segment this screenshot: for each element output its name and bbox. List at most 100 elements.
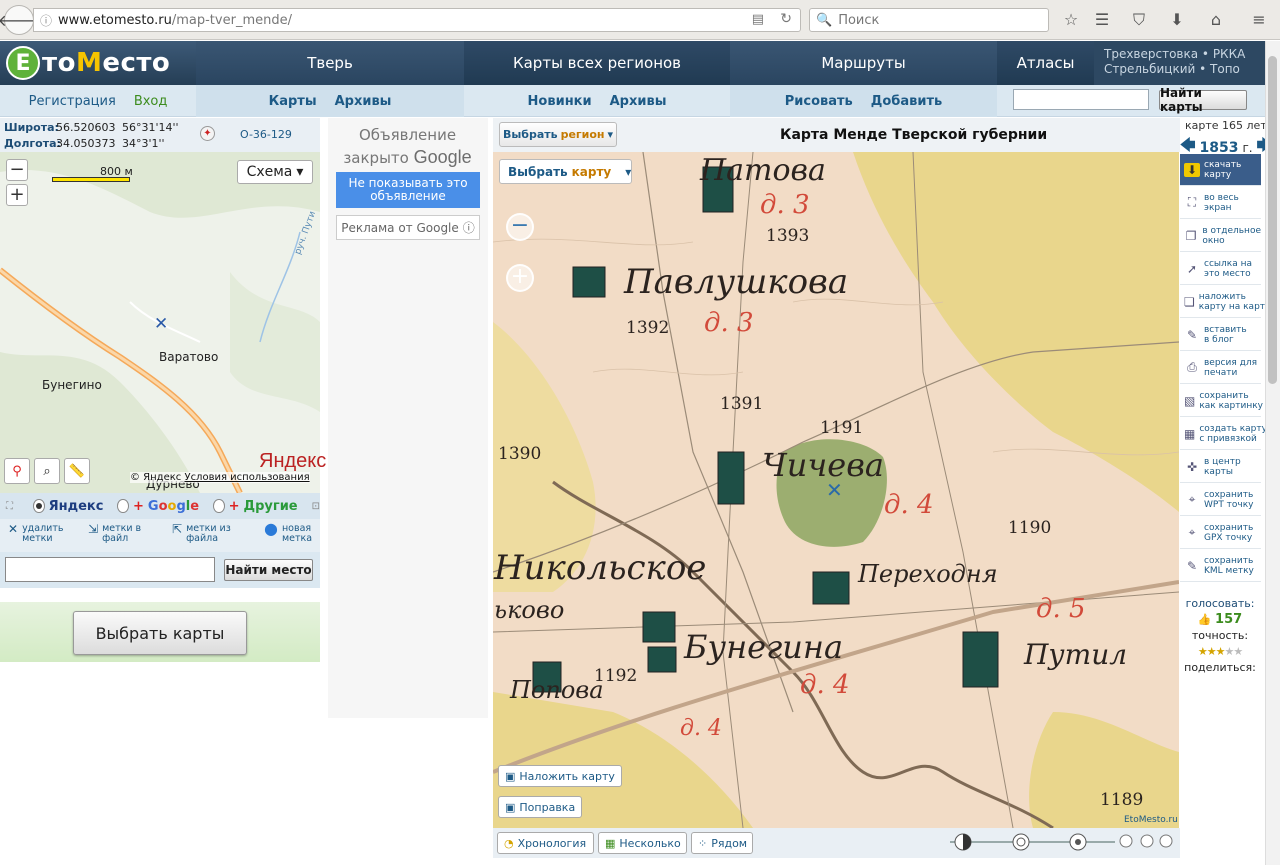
nav-atlases[interactable]: Атласы bbox=[997, 41, 1094, 85]
gpx-icon: ⌖ bbox=[1188, 525, 1196, 539]
cursor-icon: ➚ bbox=[1186, 261, 1198, 276]
downloads-icon[interactable]: ⬇ bbox=[1166, 9, 1188, 31]
tool-crosshair[interactable]: ✜ в центр карты bbox=[1180, 451, 1261, 483]
correction-button[interactable]: ▣ Поправка bbox=[498, 796, 583, 818]
zoom-in-small-icon[interactable] bbox=[1119, 834, 1133, 848]
accuracy-stars[interactable]: ★★★★★ bbox=[1180, 644, 1260, 660]
tver-archives-link[interactable]: Архивы bbox=[335, 94, 392, 109]
tver-maps-link[interactable]: Карты bbox=[269, 94, 317, 109]
reading-list-icon[interactable]: ☰ bbox=[1091, 9, 1113, 31]
expand-icon[interactable]: ⊡ bbox=[312, 501, 320, 512]
info-icon[interactable]: ⓘ bbox=[34, 12, 58, 29]
contrast-slider-icon[interactable] bbox=[950, 832, 974, 850]
ads-by-google-link[interactable]: Реклама от Google ⓘ bbox=[336, 215, 480, 240]
new-mark-button[interactable]: ● новая метка bbox=[264, 521, 312, 544]
star-icon[interactable]: ★ bbox=[1198, 645, 1208, 658]
sheet-code-link[interactable]: O-36-129 bbox=[240, 128, 292, 141]
tool-download[interactable]: ⬇ скачать карту bbox=[1180, 154, 1261, 186]
left-map-zoom-in-button[interactable]: + bbox=[6, 184, 28, 206]
source-yandex-radio[interactable] bbox=[33, 499, 45, 513]
reader-view-icon[interactable]: ▤ bbox=[752, 12, 764, 27]
nav-routes[interactable]: Маршруты bbox=[730, 41, 997, 85]
collapse-icon[interactable]: ⛶ bbox=[6, 501, 13, 512]
map-zoom-out-button[interactable]: − bbox=[506, 213, 534, 241]
left-map-zoom-out-button[interactable]: − bbox=[6, 159, 28, 181]
compass-icon[interactable]: ✦ bbox=[200, 126, 215, 141]
place-varatovo: Варатово bbox=[159, 350, 219, 364]
back-small-icon[interactable] bbox=[1159, 834, 1173, 848]
home-icon[interactable]: ⌂ bbox=[1205, 9, 1227, 31]
nav-all-regions[interactable]: Карты всех регионов bbox=[464, 41, 730, 85]
nav-extra-line2[interactable]: Стрельбицкий • Топо bbox=[1104, 62, 1265, 77]
delete-marks-button[interactable]: ✕ удалить метки bbox=[8, 523, 63, 544]
nav-tver[interactable]: Тверь bbox=[196, 41, 464, 85]
login-link[interactable]: Вход bbox=[134, 94, 168, 109]
star-icon[interactable]: ★ bbox=[1224, 645, 1234, 658]
source-others-radio[interactable] bbox=[213, 499, 225, 513]
overlay-map-button[interactable]: ▣ Наложить карту bbox=[498, 765, 622, 787]
tool-grid[interactable]: ▦ создать карту с привязкой bbox=[1180, 418, 1267, 450]
ruler-icon[interactable]: 📏 bbox=[64, 458, 90, 484]
brightness-slider-icon[interactable] bbox=[1008, 832, 1032, 850]
address-bar[interactable]: ⓘ www.etomesto.ru/map-tver_mende/ ▤ ↻ bbox=[33, 8, 801, 32]
vote-label: голосовать: bbox=[1185, 597, 1255, 610]
tool-save-image[interactable]: ▧ сохранить как картинку bbox=[1180, 385, 1263, 417]
tool-wpt[interactable]: ⌖ сохранить WPT точку bbox=[1180, 484, 1261, 516]
yandex-terms-link[interactable]: Условия использования bbox=[184, 472, 309, 483]
pocket-icon[interactable]: ⛉ bbox=[1128, 9, 1150, 31]
yandex-pin-icon[interactable]: ⚲ bbox=[4, 458, 30, 484]
routes-add-link[interactable]: Добавить bbox=[871, 94, 942, 109]
tool-kml[interactable]: ✎ сохранить KML метку bbox=[1180, 550, 1261, 582]
choose-map-button[interactable]: Выбрать карту ▾ bbox=[499, 159, 632, 184]
tool-pencil[interactable]: ✎ вставить в блог bbox=[1180, 319, 1261, 351]
kml-icon: ✎ bbox=[1186, 558, 1198, 573]
magnifier-icon[interactable]: ⌕ bbox=[34, 458, 60, 484]
map-number-1390: 1390 bbox=[498, 444, 542, 464]
back-button[interactable]: 🡐 bbox=[0, 5, 40, 35]
reload-icon[interactable]: ↻ bbox=[780, 11, 792, 27]
marks-to-file-button[interactable]: ⇲ метки в файл bbox=[88, 523, 141, 544]
place-search-input[interactable] bbox=[5, 557, 215, 582]
menu-icon[interactable]: ≡ bbox=[1248, 9, 1270, 31]
tool-fullscreen[interactable]: ⛶ во весь экран bbox=[1180, 187, 1261, 219]
star-icon[interactable]: ★ bbox=[1207, 645, 1217, 658]
find-place-button[interactable]: Найти место bbox=[224, 559, 313, 581]
choose-region-button[interactable]: Выбрать регион ▾ bbox=[499, 122, 617, 147]
several-button[interactable]: ▦ Несколько bbox=[598, 832, 687, 854]
map-number-1189: 1189 bbox=[1100, 790, 1144, 810]
zoom-out-small-icon[interactable] bbox=[1140, 834, 1154, 848]
map-zoom-in-button[interactable]: + bbox=[506, 264, 534, 292]
marks-toolbar: ✕ удалить метки ⇲ метки в файл ⇱ метки из ф… bbox=[0, 519, 320, 552]
regions-archives-link[interactable]: Архивы bbox=[610, 94, 667, 109]
browser-search-input[interactable]: 🔍 Поиск bbox=[809, 8, 1049, 32]
tool-gpx[interactable]: ⌖ сохранить GPX точку bbox=[1180, 517, 1261, 549]
star-icon[interactable]: ★ bbox=[1233, 645, 1243, 658]
scrollbar-thumb[interactable] bbox=[1268, 56, 1277, 384]
source-google-radio[interactable] bbox=[117, 499, 129, 513]
map-type-select[interactable]: Схема ▾ bbox=[237, 160, 313, 184]
regions-new-link[interactable]: Новинки bbox=[528, 94, 592, 109]
thumbs-up-icon[interactable]: 👍 bbox=[1198, 613, 1212, 626]
marks-from-file-button[interactable]: ⇱ метки из файла bbox=[172, 523, 231, 544]
register-link[interactable]: Регистрация bbox=[29, 94, 116, 109]
map-label-perekhodnya: Переходня bbox=[858, 560, 998, 588]
map-number-1393: 1393 bbox=[766, 226, 810, 246]
chronology-button[interactable]: ◔ Хронология bbox=[497, 832, 594, 854]
site-logo[interactable]: Е тоМесто bbox=[0, 41, 196, 85]
map-search-input[interactable] bbox=[1013, 89, 1149, 110]
choose-maps-button[interactable]: Выбрать карты bbox=[73, 611, 247, 655]
tool-new-window[interactable]: ❐ в отдельное окно bbox=[1180, 220, 1261, 252]
accuracy-label: точность: bbox=[1191, 629, 1249, 642]
tool-cursor[interactable]: ➚ ссылка на это место bbox=[1180, 253, 1261, 285]
nearby-button[interactable]: ⁘ Рядом bbox=[691, 832, 753, 854]
triangle-down-icon: ▾ bbox=[607, 128, 614, 141]
tool-overlay[interactable]: ❏ наложить карту на карту bbox=[1180, 286, 1270, 318]
bookmark-star-icon[interactable]: ☆ bbox=[1060, 9, 1082, 31]
hide-ad-button[interactable]: Не показывать это объявление bbox=[336, 172, 480, 208]
overlay-icon: ❏ bbox=[1184, 294, 1195, 309]
tool-printer[interactable]: ⎙ версия для печати bbox=[1180, 352, 1261, 384]
routes-draw-link[interactable]: Рисовать bbox=[785, 94, 853, 109]
nav-extra-line1[interactable]: Трехверстовка • РККА bbox=[1104, 47, 1265, 62]
opacity-slider-icon[interactable] bbox=[1066, 832, 1090, 850]
find-maps-button[interactable]: Найти карты bbox=[1159, 86, 1247, 114]
